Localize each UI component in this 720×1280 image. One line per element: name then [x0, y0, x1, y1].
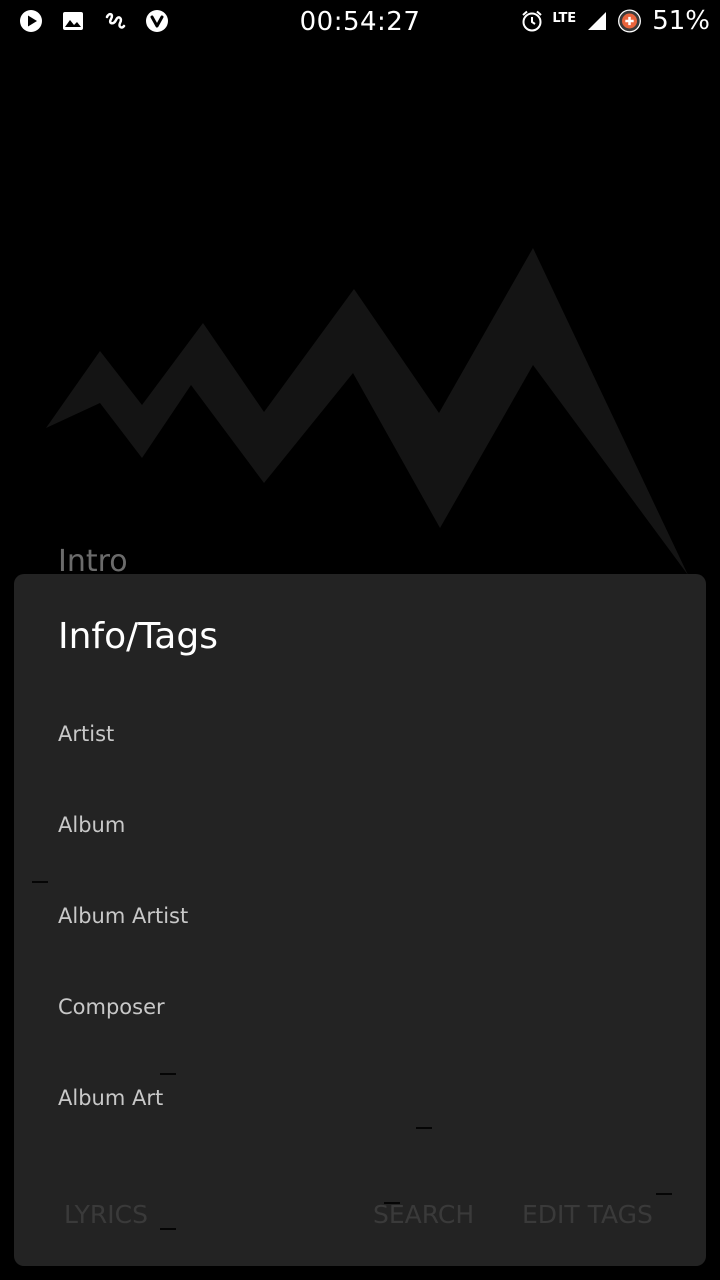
dialog-title: Info/Tags [58, 616, 218, 657]
status-bar: 00:54:27 LTE 51% [0, 0, 720, 48]
divider-mark [416, 1127, 432, 1129]
divider-mark [32, 881, 48, 883]
info-row-album-art[interactable]: Album Art [58, 1086, 163, 1110]
edit-tags-button[interactable]: Edit Tags [522, 1200, 653, 1229]
mountain-art-shape [46, 248, 688, 575]
info-row-composer[interactable]: Composer [58, 995, 165, 1019]
alarm-icon [519, 9, 544, 34]
divider-mark [384, 1202, 400, 1204]
info-row-artist[interactable]: Artist [58, 722, 114, 746]
divider-mark [160, 1073, 176, 1075]
battery-percent: 51% [652, 6, 710, 36]
search-button[interactable]: Search [373, 1200, 474, 1229]
album-artwork [46, 248, 688, 575]
divider-mark [656, 1193, 672, 1195]
battery-saver-icon [617, 9, 642, 34]
screen: Intro 00:54:27 LTE 51% Info/Tags Artist … [0, 0, 720, 1280]
info-row-album-artist[interactable]: Album Artist [58, 904, 188, 928]
lyrics-button[interactable]: Lyrics [64, 1200, 148, 1229]
system-icons: LTE 51% [519, 6, 710, 36]
info-row-album[interactable]: Album [58, 813, 125, 837]
dialog-actions: Lyrics Search Edit Tags [14, 1200, 706, 1240]
divider-mark [160, 1228, 176, 1230]
network-type: LTE [552, 10, 577, 26]
signal-icon [584, 9, 609, 34]
info-tags-dialog: Info/Tags Artist Album Album Artist Comp… [14, 574, 706, 1266]
